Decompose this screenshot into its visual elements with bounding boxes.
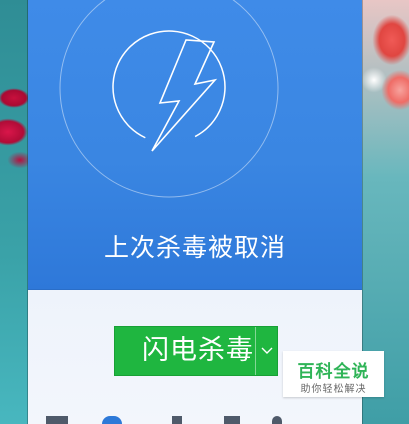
chevron-down-icon — [261, 347, 272, 354]
desktop-wallpaper-left — [0, 0, 28, 424]
tool-icons-row — [28, 416, 362, 424]
tool-icon-2[interactable] — [102, 416, 122, 424]
lightning-scan-label: 闪电杀毒 — [142, 335, 254, 366]
last-scan-status: 上次杀毒被取消 — [103, 233, 286, 262]
lightning-bolt-icon — [59, 0, 279, 198]
watermark-title: 百科全说 — [297, 362, 370, 382]
tool-icon-1[interactable] — [46, 416, 68, 424]
lightning-scan-button[interactable]: 闪电杀毒 — [114, 326, 278, 376]
tool-icon-5[interactable] — [272, 416, 282, 424]
tool-icon-4[interactable] — [224, 416, 240, 424]
hero-panel: 上次杀毒被取消 — [28, 0, 362, 290]
watermark-subtitle: 助你轻松解决 — [300, 384, 367, 395]
scan-mode-dropdown[interactable] — [255, 327, 277, 375]
watermark-badge: 百科全说 助你轻松解决 — [283, 351, 384, 397]
tool-icon-3[interactable] — [172, 416, 182, 424]
